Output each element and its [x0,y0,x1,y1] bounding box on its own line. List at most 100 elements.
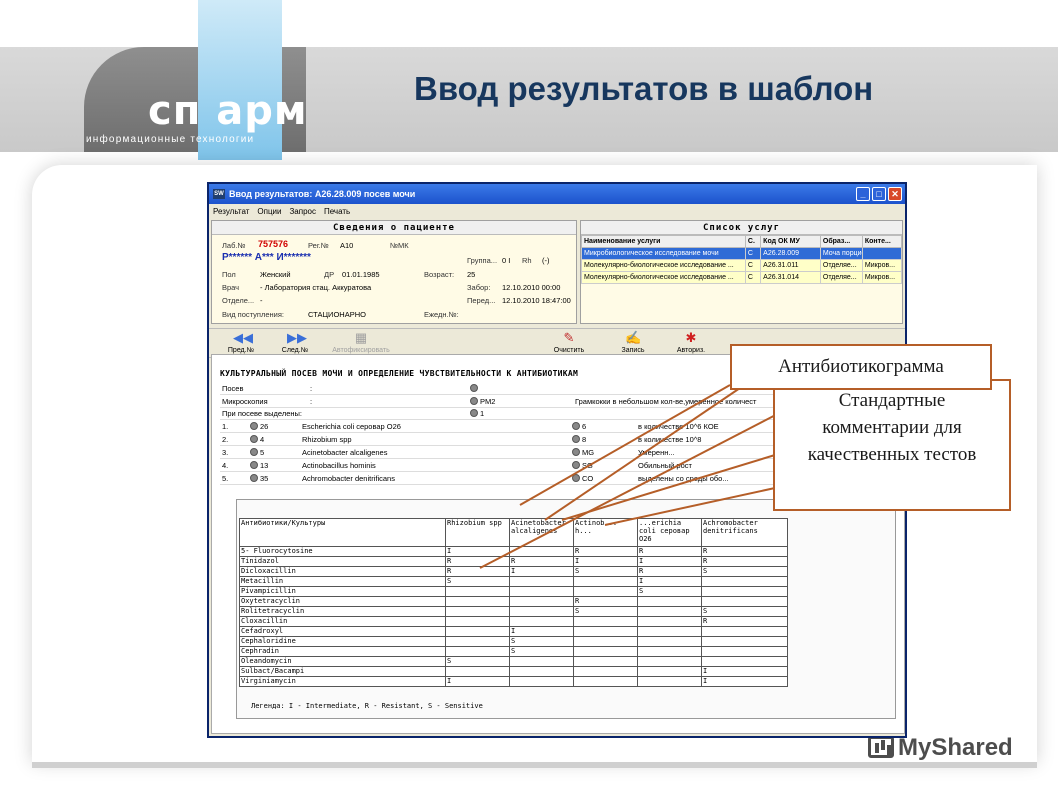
susceptibility-cell[interactable]: S [509,646,574,657]
services-row[interactable]: Молекулярно-биологическое исследование .… [581,271,903,284]
susceptibility-cell[interactable] [637,676,702,687]
susceptibility-cell[interactable] [509,586,574,597]
susceptibility-cell[interactable]: I [701,676,788,687]
lookup-icon[interactable] [250,474,258,482]
susceptibility-cell[interactable] [445,666,510,677]
clear-button[interactable]: ✎ Очистить [539,331,599,355]
organism-code[interactable]: 35 [250,474,268,483]
susceptibility-cell[interactable] [637,666,702,677]
susceptibility-cell[interactable] [701,576,788,587]
next-button[interactable]: ▶▶ След.№ [265,331,325,355]
susceptibility-cell[interactable] [509,676,574,687]
culture-field-code[interactable] [470,384,480,393]
lookup-icon[interactable] [572,422,580,430]
susceptibility-cell[interactable]: R [701,616,788,627]
lookup-icon[interactable] [470,409,478,417]
susceptibility-cell[interactable] [701,626,788,637]
susceptibility-cell[interactable] [701,636,788,647]
menu-print[interactable]: Печать [324,207,350,216]
susceptibility-cell[interactable] [701,656,788,667]
susceptibility-cell[interactable]: I [637,556,702,567]
services-row[interactable]: Микробиологическое исследование мочи С A26… [581,247,903,260]
lookup-icon[interactable] [250,435,258,443]
lookup-icon[interactable] [572,474,580,482]
susceptibility-cell[interactable] [573,676,638,687]
lookup-icon[interactable] [470,384,478,392]
susceptibility-cell[interactable]: R [573,596,638,607]
susceptibility-cell[interactable]: R [509,556,574,567]
susceptibility-cell[interactable]: S [637,586,702,597]
susceptibility-cell[interactable]: S [701,566,788,577]
services-column-header[interactable]: Конте... [861,235,903,248]
susceptibility-cell[interactable]: S [509,636,574,647]
susceptibility-cell[interactable] [445,636,510,647]
susceptibility-cell[interactable]: I [509,566,574,577]
susceptibility-cell[interactable] [637,626,702,637]
susceptibility-cell[interactable] [637,616,702,627]
culture-field-code[interactable]: 1 [470,409,484,418]
services-column-header[interactable]: Код ОК МУ [760,235,821,248]
susceptibility-cell[interactable]: S [445,656,510,667]
susceptibility-cell[interactable] [573,646,638,657]
susceptibility-cell[interactable] [445,626,510,637]
autofix-button[interactable]: ▦ Автофиксировать [331,331,391,355]
organism-code[interactable]: 5 [250,448,264,457]
menu-result[interactable]: Результат [213,207,249,216]
susceptibility-cell[interactable] [445,586,510,597]
organism-row[interactable]: 4. 13 Actinobacillus hominis SG Обильный рос… [220,460,820,472]
susceptibility-cell[interactable] [637,646,702,657]
susceptibility-cell[interactable]: S [573,566,638,577]
lookup-icon[interactable] [250,461,258,469]
maximize-button[interactable]: □ [872,187,886,201]
services-row[interactable]: Молекулярно-биологическое исследование .… [581,259,903,272]
organism-row[interactable]: 5. 35 Achromobacter denitrificans CO выделен… [220,473,820,485]
organism-quantity-code[interactable]: 6 [572,422,586,431]
susceptibility-cell[interactable] [573,586,638,597]
organism-quantity-code[interactable]: 8 [572,435,586,444]
susceptibility-cell[interactable]: R [445,566,510,577]
susceptibility-cell[interactable] [509,656,574,667]
organism-code[interactable]: 26 [250,422,268,431]
susceptibility-cell[interactable] [637,636,702,647]
susceptibility-cell[interactable] [445,606,510,617]
lookup-icon[interactable] [470,396,478,405]
close-button[interactable]: ✕ [888,187,902,201]
susceptibility-cell[interactable]: R [573,546,638,557]
organism-quantity-code[interactable]: CO [572,474,593,483]
prev-button[interactable]: ◀◀ Пред.№ [211,331,271,355]
services-column-header[interactable]: Образ... [819,235,863,248]
culture-field-text[interactable]: Грамкокки в небольшом кол-ве,умеренное к… [575,397,756,406]
susceptibility-cell[interactable] [509,546,574,557]
susceptibility-cell[interactable] [509,576,574,587]
culture-field-code[interactable]: PM2 [470,396,495,406]
organism-code[interactable]: 13 [250,461,268,470]
menu-options[interactable]: Опции [257,207,281,216]
lookup-icon[interactable] [250,448,258,456]
susceptibility-cell[interactable]: R [701,556,788,567]
susceptibility-cell[interactable]: I [509,626,574,637]
susceptibility-cell[interactable] [701,646,788,657]
susceptibility-cell[interactable] [573,636,638,647]
organism-row[interactable]: 1. 26 Escherichia coli серовар O26 6 в колич… [220,421,820,433]
susceptibility-cell[interactable] [573,576,638,587]
minimize-button[interactable]: _ [856,187,870,201]
susceptibility-cell[interactable]: R [637,546,702,557]
organism-quantity-code[interactable]: MG [572,448,594,457]
susceptibility-cell[interactable]: I [701,666,788,677]
susceptibility-cell[interactable] [573,656,638,667]
authorize-button[interactable]: ✱ Авториз. [661,331,721,355]
susceptibility-cell[interactable] [701,586,788,597]
services-column-header[interactable]: С. [744,235,762,248]
organism-quantity-code[interactable]: SG [572,461,593,470]
susceptibility-cell[interactable] [509,666,574,677]
susceptibility-cell[interactable] [573,616,638,627]
susceptibility-cell[interactable] [573,666,638,677]
lookup-icon[interactable] [250,422,258,430]
susceptibility-cell[interactable]: I [637,576,702,587]
susceptibility-cell[interactable] [701,596,788,607]
susceptibility-cell[interactable]: I [445,546,510,557]
organism-row[interactable]: 2. 4 Rhizobium spp 8 в количестве 10^8 [220,434,820,446]
susceptibility-cell[interactable] [573,626,638,637]
susceptibility-cell[interactable]: I [445,676,510,687]
susceptibility-cell[interactable] [509,616,574,627]
